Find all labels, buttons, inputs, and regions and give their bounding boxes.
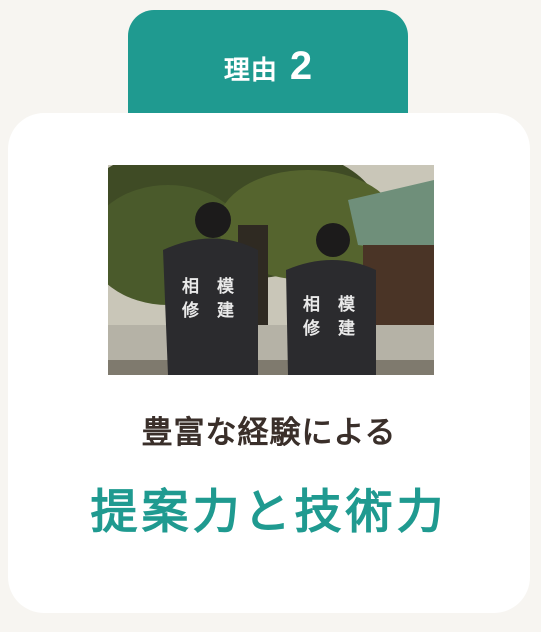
reason-card: 相 模 修 建 相 模 修 建 豊富な経験による 提案力と技術力 bbox=[8, 113, 530, 613]
reason-number: 2 bbox=[289, 44, 313, 88]
shirt-print-right: 相 模 修 建 bbox=[303, 295, 361, 339]
reason-label: 理由 bbox=[223, 56, 278, 86]
card-title: 提案力と技術力 bbox=[90, 485, 448, 540]
reason-tab: 理由 2 bbox=[128, 10, 408, 120]
card-subtitle: 豊富な経験による bbox=[141, 415, 397, 451]
staff-photo-illustration bbox=[108, 165, 434, 375]
reason-heading: 理由 2 bbox=[224, 44, 312, 89]
shirt-print-left: 相 模 修 建 bbox=[182, 277, 240, 321]
staff-photo: 相 模 修 建 相 模 修 建 bbox=[108, 165, 434, 375]
